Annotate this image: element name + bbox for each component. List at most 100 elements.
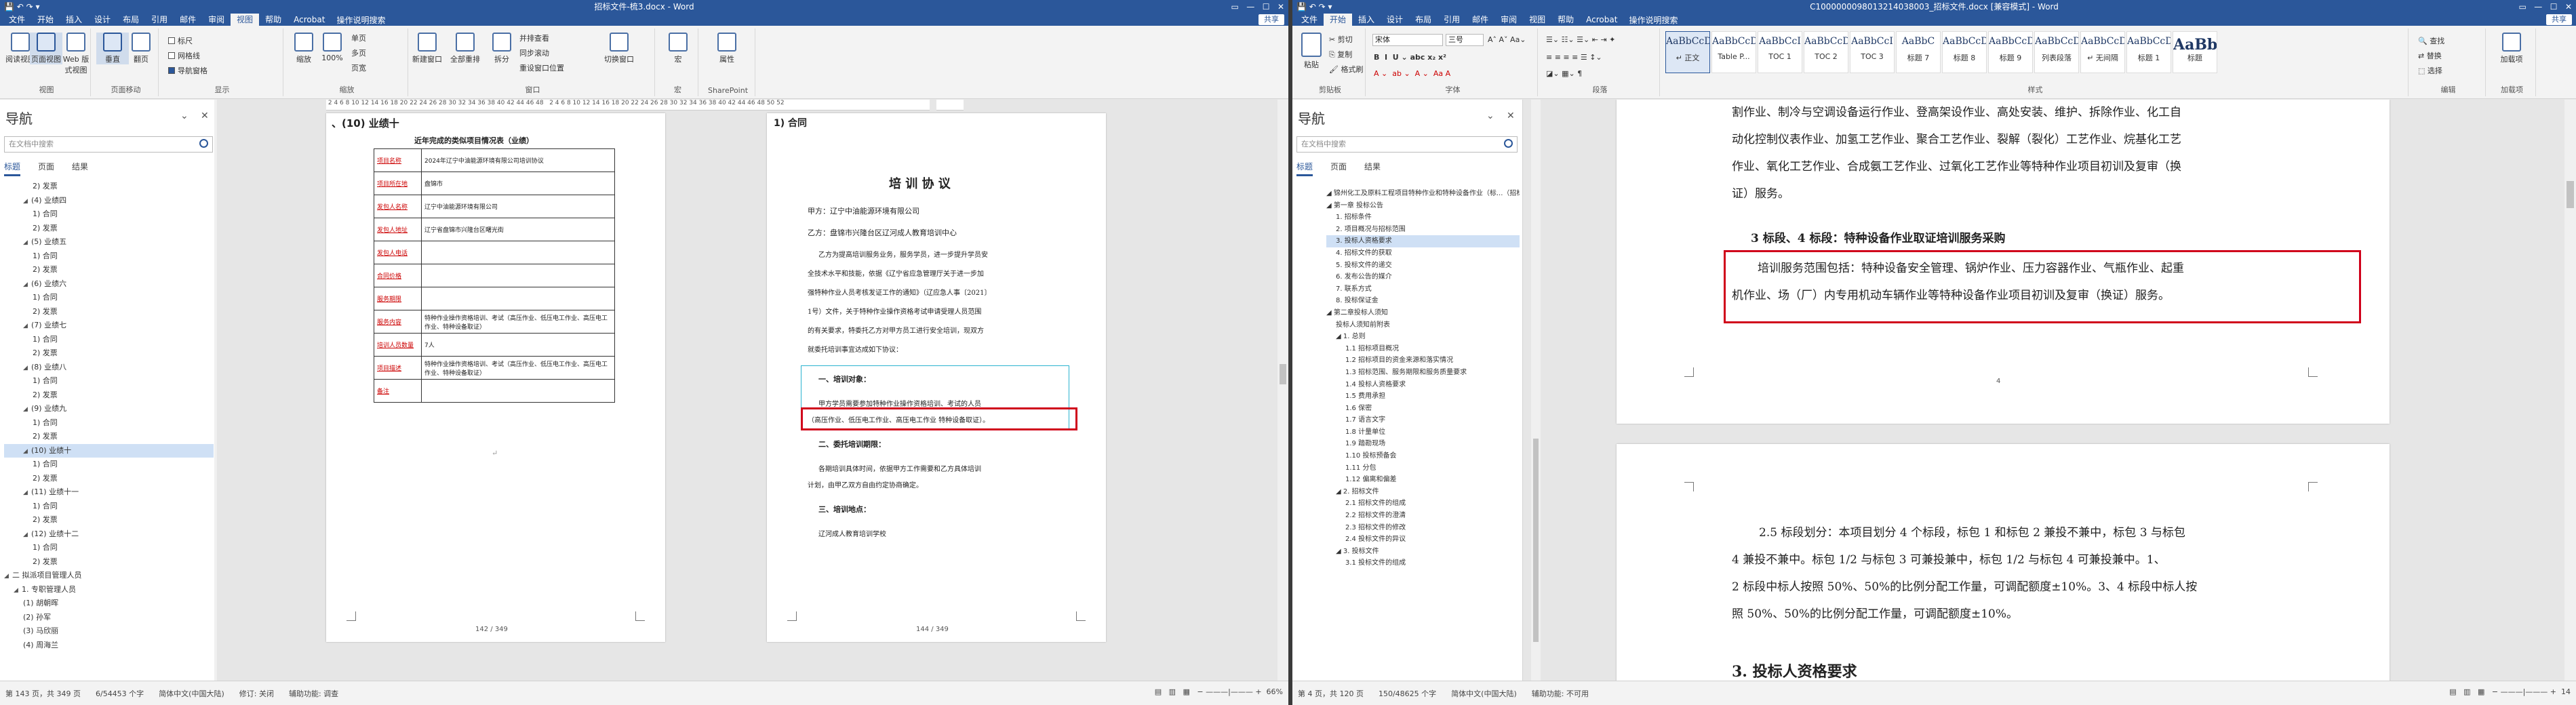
nav-heading-item[interactable]: 1.2 招标项目的资金来源和落实情况	[1326, 355, 1520, 367]
align-buttons[interactable]: ≡ ≡ ≡ ≡ ☰ ↕⌄	[1546, 53, 1602, 62]
ribbon-tab-8[interactable]: 视图	[1523, 14, 1551, 26]
search-icon[interactable]	[1504, 139, 1513, 148]
web-layout-button[interactable]: Web 版式视图	[60, 33, 92, 75]
nav-heading-item[interactable]: ◢ 1. 总则	[1326, 331, 1520, 343]
nav-heading-item[interactable]: 1.5 费用承担	[1326, 390, 1520, 403]
status-item[interactable]: 修订: 关闭	[239, 688, 274, 699]
table-value-cell[interactable]: 7人	[421, 333, 615, 357]
nav-heading-item[interactable]: 1. 招标条件	[1326, 212, 1520, 224]
properties-button[interactable]: 属性	[711, 33, 743, 64]
scroll-thumb[interactable]	[1280, 364, 1286, 384]
nav-heading-item[interactable]: ◢ 第一章 投标公告	[1326, 200, 1520, 212]
status-item[interactable]: 简体中文(中国大陆)	[159, 688, 224, 699]
nav-heading-item[interactable]: 1.8 计量单位	[1326, 426, 1520, 439]
nav-tab-0[interactable]: 标题	[1296, 161, 1313, 176]
share-button[interactable]: 共享	[2546, 14, 2572, 25]
find-button[interactable]: 🔍 查找	[2418, 35, 2444, 46]
nav-heading-item[interactable]: 1) 合同	[4, 374, 214, 388]
nav-heading-item[interactable]: 2) 发票	[4, 513, 214, 527]
nav-heading-item[interactable]: 2) 发票	[4, 388, 214, 403]
table-value-cell[interactable]: 辽宁省盘锦市兴隆台区曙光街	[421, 218, 615, 241]
document-page-144[interactable]: 1) 合同 培 训 协 议 甲方：辽宁中油能源环境有限公司 乙方：盘锦市兴隆台区…	[767, 113, 1106, 642]
style-0[interactable]: AaBbCcDt ↵ 正文	[1665, 31, 1710, 73]
font-color-buttons[interactable]: A ⌄ ab ⌄ A ⌄ Aa A	[1374, 69, 1450, 78]
expand-arrow-icon[interactable]: ◢	[4, 569, 12, 583]
switch-window-button[interactable]: 切换窗口	[595, 33, 643, 64]
nav-heading-item[interactable]: ◢ (12) 业绩十二	[4, 527, 214, 542]
status-item[interactable]: 150/48625 个字	[1379, 688, 1436, 699]
nav-heading-item[interactable]: 1) 合同	[4, 333, 214, 347]
zoom-control[interactable]: ▤ ▥ ▦ − ———|——— + 66%	[1155, 687, 1283, 696]
search-icon[interactable]	[199, 139, 208, 148]
nav-heading-item[interactable]: 2) 发票	[4, 222, 214, 236]
save-icon[interactable]: 💾 ↶ ↷ ▾	[1296, 0, 1332, 14]
ribbon-tab-7[interactable]: 审阅	[202, 14, 231, 26]
nav-heading-item[interactable]: 2.4 投标文件的异议	[1326, 533, 1520, 546]
document-page-5[interactable]: 2.5 标段划分：本项目划分 4 个标段，标包 1 和标包 2 兼投不兼中，标包…	[1617, 444, 2390, 681]
shading-buttons[interactable]: ◪⌄ ▦⌄ ¶	[1546, 69, 1582, 78]
nav-heading-item[interactable]: 2.2 招标文件的澄清	[1326, 510, 1520, 522]
ribbon-tab-0[interactable]: 文件	[3, 14, 31, 26]
sync-scroll-button[interactable]: 同步滚动	[519, 47, 549, 58]
table-value-cell[interactable]: 辽宁中油能源环境有限公司	[421, 195, 615, 218]
macros-button[interactable]: 宏	[662, 33, 694, 64]
replace-button[interactable]: ⇄ 替换	[2418, 50, 2442, 61]
vertical-scrollbar[interactable]	[1277, 100, 1288, 681]
nav-heading-item[interactable]: 1.1 招标项目概况	[1326, 343, 1520, 355]
nav-heading-item[interactable]: 5. 投标文件的递交	[1326, 260, 1520, 272]
nav-pane-checkbox[interactable]: 导航窗格	[168, 65, 207, 76]
nav-heading-item[interactable]: 1) 合同	[4, 541, 214, 555]
table-value-cell[interactable]	[421, 264, 615, 287]
nav-heading-item[interactable]: 1.7 语言文字	[1326, 414, 1520, 426]
nav-heading-item[interactable]: 1) 合同	[4, 249, 214, 264]
nav-search-input[interactable]: 在文档中搜索	[4, 136, 213, 153]
tell-me-search[interactable]: 操作说明搜索	[331, 14, 391, 26]
nav-tab-2[interactable]: 结果	[72, 161, 88, 176]
table-value-cell[interactable]: 2024年辽宁中油能源环境有限公司培训协议	[421, 148, 615, 172]
ribbon-tab-7[interactable]: 审阅	[1494, 14, 1523, 26]
nav-heading-item[interactable]: 2) 发票	[4, 346, 214, 361]
ribbon-tab-5[interactable]: 引用	[1438, 14, 1466, 26]
close-icon[interactable]: ✕	[201, 110, 209, 121]
share-button[interactable]: 共享	[1259, 14, 1284, 25]
nav-heading-item[interactable]: ◢ 3. 投标文件	[1326, 546, 1520, 558]
ruler-checkbox[interactable]: 标尺	[168, 35, 193, 46]
table-value-cell[interactable]	[421, 287, 615, 310]
style-1[interactable]: AaBbCcDt Table P...	[1711, 31, 1756, 73]
table-value-cell[interactable]	[421, 241, 615, 264]
expand-arrow-icon[interactable]: ◢	[23, 195, 31, 208]
side-by-side-button[interactable]: 并排查看	[519, 33, 549, 43]
ribbon-tab-2[interactable]: 插入	[60, 14, 88, 26]
nav-scrollbar[interactable]	[214, 100, 217, 681]
nav-heading-item[interactable]: 8. 投标保证金	[1326, 295, 1520, 307]
nav-heading-item[interactable]: ◢ (8) 业绩八	[4, 361, 214, 375]
style-6[interactable]: AaBbCcDt 标题 8	[1942, 31, 1987, 73]
nav-heading-item[interactable]: 1.10 投标预备会	[1326, 450, 1520, 462]
nav-tab-0[interactable]: 标题	[4, 161, 21, 176]
arrange-all-button[interactable]: 全部重排	[449, 33, 481, 64]
nav-heading-item[interactable]: 1.3 招标范围、服务期限和服务质量要求	[1326, 367, 1520, 379]
table-value-cell[interactable]: 特种作业操作资格培训、考试（高压作业、低压电工作业、高压电工作业、特种设备取证）	[421, 356, 615, 380]
expand-arrow-icon[interactable]: ◢	[23, 361, 31, 375]
nav-heading-item[interactable]: 1) 合同	[4, 291, 214, 305]
nav-heading-item[interactable]: ◢ (11) 业绩十一	[4, 485, 214, 500]
nav-heading-item[interactable]: 1.12 偏离和偏差	[1326, 474, 1520, 486]
ribbon-tab-6[interactable]: 邮件	[1466, 14, 1494, 26]
ribbon-tab-6[interactable]: 邮件	[174, 14, 202, 26]
status-item[interactable]: 辅助功能: 不可用	[1532, 688, 1589, 699]
nav-heading-item[interactable]: 2) 发票	[4, 305, 214, 319]
nav-heading-item[interactable]: (3) 马欣丽	[4, 624, 214, 639]
style-3[interactable]: AaBbCcDt TOC 2	[1804, 31, 1848, 73]
nav-heading-item[interactable]: ◢ 1. 专职管理人员	[4, 583, 214, 597]
nav-tab-2[interactable]: 结果	[1364, 161, 1381, 176]
nav-heading-item[interactable]: 2. 项目概况与招标范围	[1326, 224, 1520, 236]
ribbon-tab-2[interactable]: 插入	[1352, 14, 1381, 26]
list-buttons[interactable]: ☰⌄ ☷⌄ ☰⌄ ⇤ ⇥ ✦	[1546, 35, 1615, 44]
nav-heading-item[interactable]: 3. 投标人资格要求	[1326, 235, 1520, 247]
nav-heading-item[interactable]: 2) 发票	[4, 555, 214, 569]
nav-tab-1[interactable]: 页面	[38, 161, 54, 176]
ribbon-tab-0[interactable]: 文件	[1295, 14, 1324, 26]
table-value-cell[interactable]: 盘锦市	[421, 172, 615, 195]
ribbon-tab-5[interactable]: 引用	[145, 14, 174, 26]
window-controls[interactable]: ▭ — ☐ ✕	[2519, 0, 2572, 14]
